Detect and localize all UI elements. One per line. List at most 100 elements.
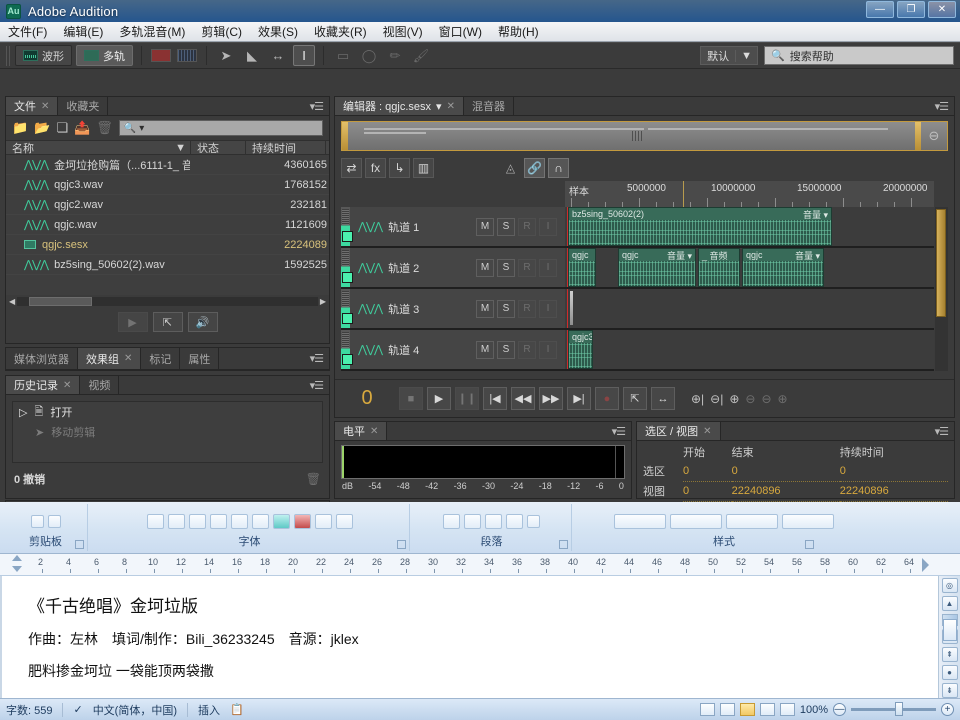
italic-icon[interactable]	[167, 513, 185, 529]
selection-end-value[interactable]: 0	[731, 461, 840, 482]
tab-properties[interactable]: 属性	[180, 348, 220, 369]
move-tool-icon[interactable]: ➤	[215, 45, 237, 66]
tab-files[interactable]: 文件 ✕	[6, 97, 59, 115]
new-file-icon[interactable]: ❏	[56, 120, 68, 136]
close-icon[interactable]: ✕	[63, 380, 71, 391]
hanging-indent-marker[interactable]	[12, 566, 22, 572]
panel-menu-icon[interactable]: ▾☰	[935, 425, 949, 438]
time-selection-tool-icon[interactable]: I	[293, 45, 315, 66]
solo-button[interactable]: S	[497, 258, 515, 277]
word-horizontal-ruler[interactable]: 2 4 6 8 10 12 14 16 18 20 22 24 26 28 30…	[0, 554, 960, 576]
files-horizontal-scrollbar[interactable]: ◀ ▶	[6, 295, 329, 308]
track-header[interactable]: ⋀⋁⋀ 轨道 4 M S R I	[350, 330, 565, 369]
monitor-input-button[interactable]: I	[539, 299, 557, 318]
dialog-launcher-icon[interactable]	[805, 540, 814, 549]
monitor-input-button[interactable]: I	[539, 340, 557, 359]
clip-fx-label[interactable]: 音量 ▾	[803, 208, 828, 221]
tab-history[interactable]: 历史记录 ✕	[6, 376, 81, 394]
zoom-reset-icon[interactable]: ⊖	[921, 128, 947, 144]
zoom-out-amplitude-icon[interactable]: ⊖	[745, 392, 755, 406]
help-search-input[interactable]: 🔍 搜索帮助	[764, 46, 954, 65]
close-icon[interactable]: ✕	[370, 426, 378, 437]
style-heading1-icon[interactable]	[726, 513, 778, 529]
scroll-thumb[interactable]	[942, 619, 957, 641]
export-file-icon[interactable]: 📤	[74, 120, 90, 136]
spectral-frequency-toggle[interactable]	[150, 45, 172, 66]
clip-fx-label[interactable]: 音量 ▾	[667, 249, 692, 262]
close-icon[interactable]: ✕	[124, 353, 132, 364]
menu-item-effects[interactable]: 效果(S)	[258, 23, 298, 40]
delete-file-icon[interactable]: 🗑	[96, 120, 113, 136]
dialog-launcher-icon[interactable]	[75, 540, 84, 549]
solo-button[interactable]: S	[497, 340, 515, 359]
word-count-label[interactable]: 字数: 559	[6, 702, 52, 718]
list-item[interactable]: ⋀⋁⋀ qgjc2.wav 232181	[6, 195, 329, 215]
track-row[interactable]: ⋀⋁⋀ 轨道 4 M S R I qgjc3	[341, 330, 934, 371]
change-case-icon[interactable]	[335, 513, 353, 529]
razor-tool-icon[interactable]: ↔	[267, 45, 289, 66]
next-page-icon[interactable]: ⇟	[941, 683, 958, 698]
tab-levels[interactable]: 电平 ✕	[335, 422, 388, 440]
track-color-strip[interactable]	[341, 207, 353, 246]
selection-duration-value[interactable]: 0	[839, 461, 948, 482]
subscript-icon[interactable]	[230, 513, 248, 529]
zoom-slider-thumb[interactable]	[895, 702, 903, 716]
audio-clip[interactable]: qgjc	[568, 248, 596, 287]
tab-markers[interactable]: 标记	[141, 348, 181, 369]
zoom-in-amplitude-icon[interactable]: ⊕	[729, 392, 739, 406]
audio-clip[interactable]: qgjc3	[568, 330, 593, 369]
menu-item-favorites[interactable]: 收藏夹(R)	[314, 23, 367, 40]
loop-button[interactable]: ⇱	[623, 387, 647, 410]
font-color-icon[interactable]	[293, 513, 311, 529]
web-layout-view-icon[interactable]	[739, 703, 755, 716]
play-file-button[interactable]: ▶	[117, 312, 148, 332]
bullets-icon[interactable]	[443, 513, 460, 529]
dialog-launcher-icon[interactable]	[397, 540, 406, 549]
list-item[interactable]: ⋀⋁⋀ bz5sing_50602(2).wav 1592525	[6, 255, 329, 275]
trash-icon[interactable]: 🗑	[306, 472, 321, 486]
borders-icon[interactable]	[485, 513, 502, 529]
audio-clip[interactable]: _ 音频	[698, 248, 740, 287]
mute-button[interactable]: M	[476, 299, 494, 318]
track-color-strip[interactable]	[341, 248, 353, 287]
column-header-duration[interactable]: 持续时间	[246, 140, 326, 155]
multitrack-view-button[interactable]: 多轨	[76, 45, 133, 66]
style-heading2-icon[interactable]	[782, 513, 834, 529]
scroll-left-icon[interactable]: ◀	[9, 297, 15, 306]
fast-forward-button[interactable]: ▶▶	[539, 387, 563, 410]
snapping-icon[interactable]: 🔗	[524, 158, 545, 178]
tab-video[interactable]: 视频	[80, 376, 120, 394]
track-lane[interactable]	[565, 289, 934, 328]
monitor-input-button[interactable]: I	[539, 258, 557, 277]
clip-fx-label[interactable]: 音量 ▾	[795, 249, 820, 262]
panel-menu-icon[interactable]: ▾☰	[935, 100, 949, 113]
waveform-view-button[interactable]: 波形	[15, 45, 72, 66]
zoom-out-full-icon[interactable]: ⊖	[761, 392, 771, 406]
tab-mixer[interactable]: 混音器	[463, 97, 514, 115]
paintbrush-tool-icon[interactable]: ✏	[384, 45, 406, 66]
first-line-indent-marker[interactable]	[12, 555, 22, 561]
pause-button[interactable]: ❙❙	[455, 387, 479, 410]
audio-clip[interactable]: qgjc 音量 ▾	[742, 248, 824, 287]
proofing-icon[interactable]: ✓	[73, 703, 82, 716]
stop-button[interactable]: ■	[399, 387, 423, 410]
browse-object-icon[interactable]: ●	[941, 665, 958, 680]
superscript-icon[interactable]	[251, 513, 269, 529]
skip-selection-button[interactable]: ↔	[651, 387, 675, 410]
close-button[interactable]: ✕	[928, 1, 956, 18]
insert-into-multitrack-button[interactable]: ⇱	[152, 312, 183, 332]
menu-item-file[interactable]: 文件(F)	[8, 23, 47, 40]
zoom-slider[interactable]	[851, 702, 936, 716]
paste-icon[interactable]	[30, 514, 44, 528]
mix-levels-icon[interactable]: ▥	[413, 158, 434, 178]
track-header[interactable]: ⋀⋁⋀ 轨道 1 M S R I	[350, 207, 565, 246]
level-meter[interactable]	[341, 445, 625, 479]
previous-page-icon[interactable]: ⇞	[941, 647, 958, 662]
zoom-in-button[interactable]: +	[941, 703, 954, 716]
scroll-thumb[interactable]	[29, 297, 93, 306]
menu-item-clip[interactable]: 剪辑(C)	[201, 23, 242, 40]
text-highlight-icon[interactable]	[272, 513, 290, 529]
view-start-value[interactable]: 0	[683, 481, 732, 502]
menu-item-help[interactable]: 帮助(H)	[498, 23, 539, 40]
select-browse-object-icon[interactable]: ◎	[941, 578, 958, 593]
